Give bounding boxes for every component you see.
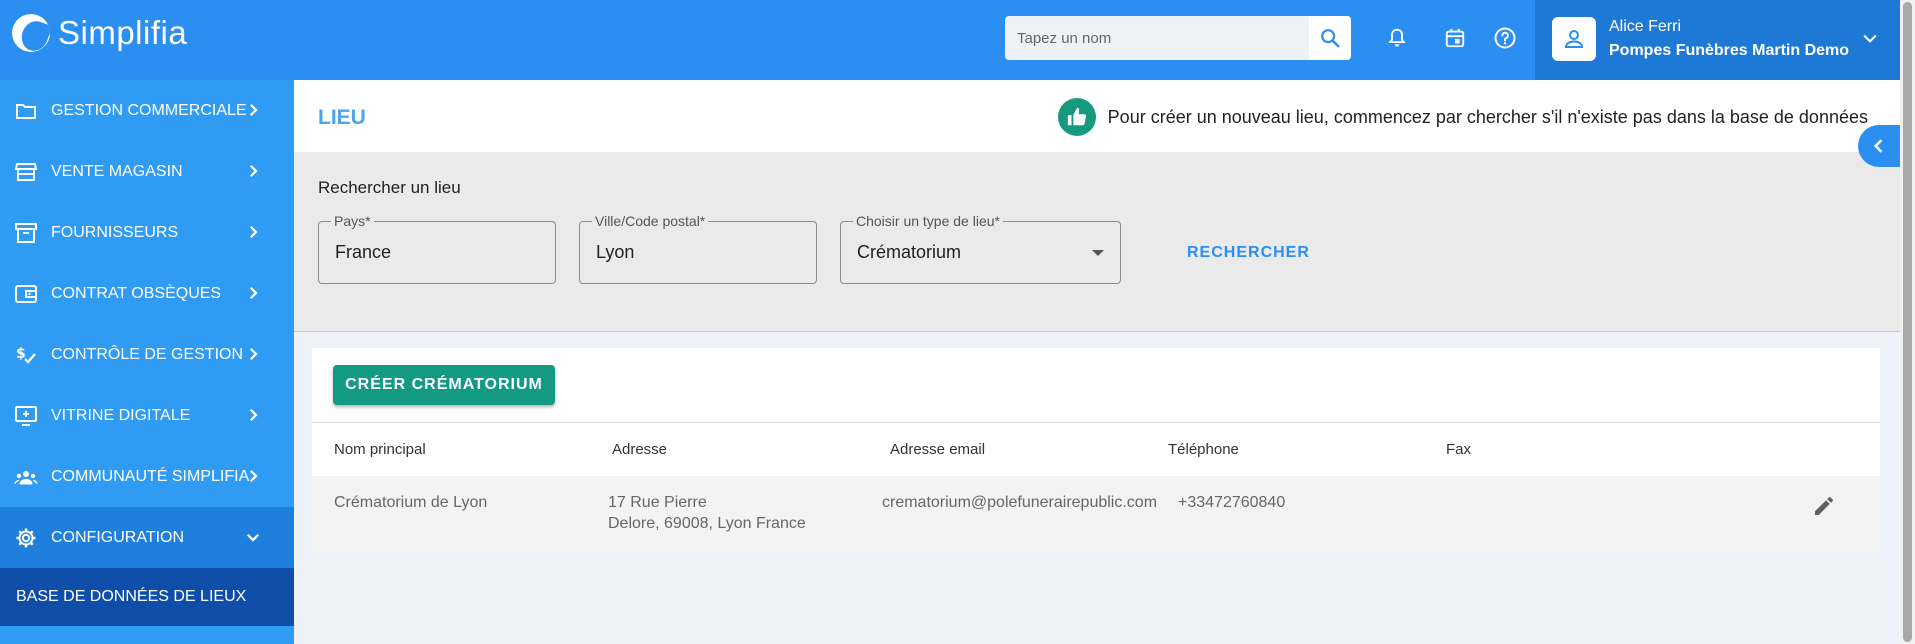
avatar — [1552, 17, 1596, 61]
chevron-right-icon — [249, 469, 258, 483]
cell-address: 17 Rue Pierre Delore, 69008, Lyon France — [608, 492, 806, 534]
country-field-value[interactable]: France — [335, 242, 391, 263]
cell-phone: +33472760840 — [1178, 494, 1286, 511]
country-field-label: Pays* — [331, 213, 374, 229]
chevron-right-icon — [249, 103, 258, 117]
search-submit-button[interactable]: RECHERCHER — [1187, 244, 1310, 262]
search-box — [1005, 16, 1351, 60]
people-icon — [14, 471, 38, 485]
hint-text: Pour créer un nouveau lieu, commencez pa… — [1107, 106, 1868, 127]
search-button[interactable] — [1309, 16, 1351, 60]
money-check-icon: $ — [16, 346, 36, 364]
column-header-address[interactable]: Adresse — [612, 441, 667, 458]
notifications-button[interactable] — [1383, 24, 1411, 52]
sidebar-item-label: CONTRAT OBSÈQUES — [51, 284, 222, 302]
page-scrollbar[interactable] — [1900, 0, 1915, 644]
sidebar-item-vente-magasin[interactable]: VENTE MAGASIN — [0, 141, 294, 202]
wallet-icon — [15, 285, 37, 303]
cell-name: Crématorium de Lyon — [334, 494, 488, 511]
store-icon — [14, 163, 38, 181]
sidebar-item-gestion-commerciale[interactable]: GESTION COMMERCIALE — [0, 80, 294, 141]
cell-address-line2: Delore, 69008, Lyon France — [608, 515, 806, 532]
search-icon — [1321, 29, 1340, 48]
chevron-down-icon — [246, 533, 260, 542]
city-field-label: Ville/Code postal* — [592, 213, 709, 229]
chevron-right-icon — [249, 286, 258, 300]
chevron-down-icon — [1863, 34, 1877, 43]
column-header-fax[interactable]: Fax — [1446, 441, 1471, 458]
thumbs-up-icon — [1067, 107, 1086, 126]
top-bar: Simplifia Alice Ferri Pompes Funèbres Ma… — [0, 0, 1900, 80]
gear-icon — [16, 528, 36, 548]
chevron-right-icon — [249, 408, 258, 422]
sidebar-item-label: VITRINE DIGITALE — [51, 406, 191, 424]
sidebar-item-fournisseurs[interactable]: FOURNISSEURS — [0, 202, 294, 263]
search-input[interactable] — [1005, 16, 1305, 60]
page-title: LIEU — [318, 106, 366, 129]
sidebar: GESTION COMMERCIALE VENTE MAGASIN FOURNI… — [0, 80, 294, 644]
bell-icon — [1388, 28, 1406, 47]
city-field[interactable]: Ville/Code postal* Lyon — [579, 213, 817, 284]
column-header-name[interactable]: Nom principal — [334, 441, 426, 458]
hint-message: Pour créer un nouveau lieu, commencez pa… — [1057, 98, 1868, 136]
help-icon — [1494, 27, 1516, 49]
sidebar-subitem-base-de-donnees-de-lieux[interactable]: BASE DE DONNÉES DE LIEUX — [0, 568, 294, 626]
sidebar-item-label: COMMUNAUTÉ SIMPLIFIA — [51, 467, 250, 485]
archive-icon — [15, 223, 37, 243]
cell-address-line1: 17 Rue Pierre — [608, 494, 707, 511]
column-header-email[interactable]: Adresse email — [890, 441, 985, 458]
results-card: CRÉER CRÉMATORIUM Nom principal Adresse … — [312, 348, 1880, 552]
sidebar-next-item[interactable] — [0, 626, 294, 644]
country-field[interactable]: Pays* France — [318, 213, 556, 284]
sidebar-item-label: CONTRÔLE DE GESTION — [51, 345, 244, 363]
cell-email: crematorium@polefunerairepublic.com — [882, 494, 1158, 511]
person-icon — [1564, 30, 1584, 48]
chevron-right-icon — [249, 164, 258, 178]
brand-name: Simplifia — [58, 14, 188, 51]
search-panel: Rechercher un lieu Pays* France Ville/Co… — [294, 152, 1900, 332]
logo-mark-icon — [12, 14, 50, 52]
table-row[interactable]: Crématorium de Lyon 17 Rue Pierre Delore… — [312, 476, 1880, 552]
chevron-right-icon — [249, 347, 258, 361]
sidebar-item-controle-de-gestion[interactable]: $ CONTRÔLE DE GESTION — [0, 324, 294, 385]
sidebar-item-contrat-obseques[interactable]: CONTRAT OBSÈQUES — [0, 263, 294, 324]
edit-pencil-icon[interactable] — [1812, 494, 1836, 518]
collapse-panel-button[interactable] — [1858, 125, 1900, 167]
search-panel-title: Rechercher un lieu — [318, 178, 461, 197]
chevron-left-icon — [1873, 139, 1883, 153]
chevron-right-icon — [249, 225, 258, 239]
sidebar-item-configuration[interactable]: CONFIGURATION — [0, 507, 294, 568]
sidebar-item-label: VENTE MAGASIN — [51, 162, 183, 180]
svg-text:$: $ — [16, 346, 26, 362]
user-company: Pompes Funèbres Martin Demo — [1609, 42, 1850, 59]
table-header: Nom principal Adresse Adresse email Télé… — [312, 422, 1880, 476]
sidebar-item-label: FOURNISSEURS — [51, 223, 179, 241]
help-button[interactable] — [1491, 24, 1519, 52]
folder-icon — [16, 104, 36, 119]
calendar-button[interactable] — [1441, 24, 1469, 52]
sidebar-item-label: GESTION COMMERCIALE — [51, 101, 247, 119]
page-header: LIEU Pour créer un nouveau lieu, commenc… — [294, 80, 1900, 152]
place-type-select-value[interactable]: Crématorium — [857, 242, 961, 263]
dropdown-arrow-icon — [1092, 250, 1104, 256]
main-content: LIEU Pour créer un nouveau lieu, commenc… — [294, 80, 1900, 644]
place-type-select-label: Choisir un type de lieu* — [853, 213, 1003, 229]
sidebar-item-label: CONFIGURATION — [51, 528, 185, 546]
column-header-phone[interactable]: Téléphone — [1168, 441, 1239, 458]
scrollbar-thumb[interactable] — [1903, 2, 1912, 642]
place-type-select[interactable]: Choisir un type de lieu* Crématorium — [840, 213, 1121, 284]
user-menu[interactable]: Alice Ferri Pompes Funèbres Martin Demo — [1535, 0, 1900, 80]
hint-badge — [1057, 98, 1096, 136]
city-field-value[interactable]: Lyon — [596, 242, 634, 263]
sidebar-item-vitrine-digitale[interactable]: VITRINE DIGITALE — [0, 385, 294, 446]
monitor-icon — [15, 406, 37, 426]
user-name: Alice Ferri — [1609, 18, 1682, 35]
sidebar-item-communaute-simplifia[interactable]: COMMUNAUTÉ SIMPLIFIA — [0, 446, 294, 507]
create-crematorium-button[interactable]: CRÉER CRÉMATORIUM — [333, 365, 555, 405]
app-logo[interactable]: Simplifia — [12, 14, 187, 52]
calendar-icon — [1445, 28, 1465, 48]
